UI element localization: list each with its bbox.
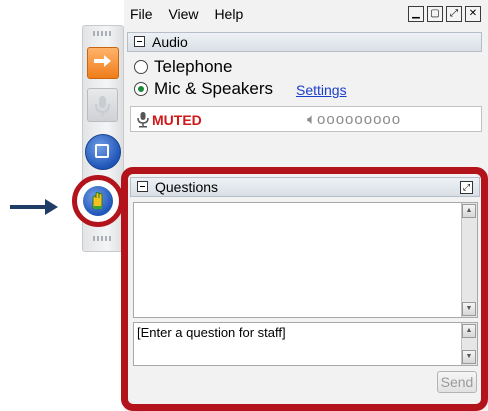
menu-help[interactable]: Help — [214, 6, 243, 22]
audio-section-title: Audio — [152, 34, 188, 50]
audio-section-header[interactable]: Audio — [127, 32, 482, 52]
close-button[interactable]: ✕ — [465, 6, 481, 22]
mic-speakers-label: Mic & Speakers — [154, 79, 274, 98]
restore-button[interactable]: ▢ — [427, 6, 443, 22]
minimize-icon: ▁ — [412, 8, 420, 19]
microphone-button[interactable] — [87, 88, 118, 122]
toolbar-grip-bottom[interactable] — [93, 236, 111, 241]
pointer-arrow-head — [45, 199, 58, 215]
collapse-audio-icon[interactable] — [134, 36, 145, 47]
volume-level-dots: ooooooooo — [317, 111, 402, 128]
menu-bar: File View Help — [130, 6, 255, 26]
raise-hand-button[interactable] — [83, 186, 113, 216]
menu-file[interactable]: File — [130, 6, 153, 22]
speaker-icon: 🔈︎ — [307, 111, 318, 128]
raise-hand-icon — [92, 191, 103, 210]
restore-icon: ▢ — [430, 8, 440, 19]
telephone-radio[interactable] — [134, 60, 148, 74]
volume-indicator: 🔈︎ooooooooo — [307, 111, 401, 128]
forward-arrow-icon — [94, 55, 111, 67]
popout-button[interactable]: ⤢ — [446, 6, 462, 22]
popout-icon: ⤢ — [450, 8, 458, 19]
screen-share-button[interactable] — [85, 134, 121, 170]
screen-icon — [95, 144, 109, 158]
audio-settings-link[interactable]: Settings — [296, 82, 347, 98]
pointer-arrow-line — [10, 205, 47, 209]
microphone-status-icon[interactable] — [136, 111, 150, 128]
menu-view[interactable]: View — [168, 6, 198, 22]
highlight-box — [121, 167, 488, 411]
muted-status: MUTED — [152, 112, 202, 128]
forward-arrow-button[interactable] — [87, 47, 119, 79]
mic-speakers-radio[interactable] — [134, 82, 148, 96]
toolbar-grip-top[interactable] — [93, 31, 111, 36]
telephone-label: Telephone — [154, 57, 233, 76]
microphone-icon — [95, 96, 110, 116]
minimize-button[interactable]: ▁ — [408, 6, 424, 22]
close-icon: ✕ — [468, 8, 478, 19]
